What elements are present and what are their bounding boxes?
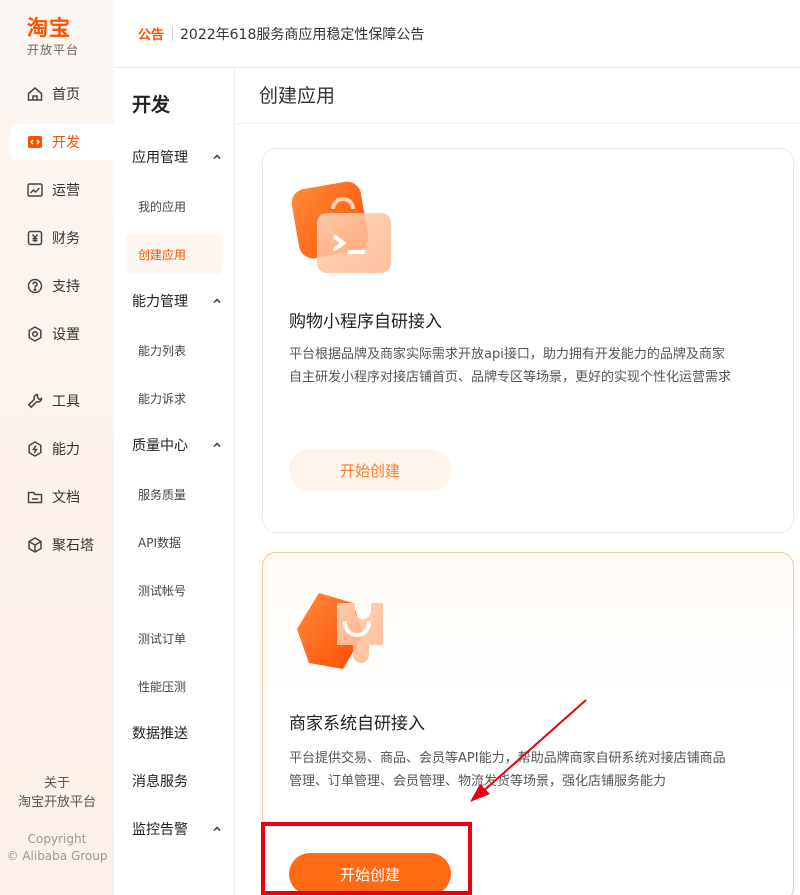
nav-item-settings[interactable]: 设置 [10,316,114,352]
nav-item-label: 支持 [52,279,80,295]
nav-item-label: 聚石塔 [52,538,94,554]
highlight-box-annotation [261,822,472,895]
menu-item-my-apps[interactable]: 我的应用 [126,186,222,226]
announcement-link[interactable]: 2022年618服务商应用稳定性保障公告 [180,24,424,44]
taobao-open-platform-logo[interactable]: 淘宝 开放平台 [27,16,79,58]
cube-icon [28,537,42,553]
menu-group-label: 监控告警 [132,822,188,838]
menu-item-label: 测试帐号 [138,583,187,598]
chart-icon [27,183,43,197]
chevron-up-icon [213,298,221,303]
menu-group-label: 数据推送 [132,726,188,742]
menu-item-api-data[interactable]: API数据 [126,522,222,562]
help-icon [27,278,43,294]
logo-brand: 淘宝 [27,16,71,40]
menu-item-test-order[interactable]: 测试订单 [126,618,222,658]
copyright: Copyright © Alibaba Group [0,831,114,865]
menu-item-test-account[interactable]: 测试帐号 [126,570,222,610]
menu-item-service-quality[interactable]: 服务质量 [126,474,222,514]
chevron-up-icon [213,442,221,447]
nav-item-home[interactable]: 首页 [10,76,114,112]
gear-icon [28,326,42,342]
nav-item-label: 运营 [52,183,80,199]
chevron-up-icon [213,826,221,831]
nav-item-label: 能力 [52,442,80,458]
divider [172,26,174,41]
nav-item-label: 工具 [52,394,80,410]
menu-item-load-test[interactable]: 性能压测 [126,666,222,706]
code-icon [28,136,42,148]
arrow-annotation-icon [470,699,587,802]
card-shopping-miniprogram[interactable]: 购物小程序自研接入 平台根据品牌及商家实际需求开放api接口，助力拥有开发能力的… [262,148,794,533]
folder-icon [27,491,43,504]
menu-item-capability-request[interactable]: 能力诉求 [126,378,222,418]
menu-item-label: 性能压测 [138,679,187,694]
start-create-button[interactable]: 开始创建 [289,449,451,491]
menu-item-label: 能力诉求 [138,391,187,406]
card-description-line: 平台根据品牌及商家实际需求开放api接口，助力拥有开发能力的品牌及商家 [289,347,725,362]
menu-group-label: 能力管理 [132,294,188,310]
card-title: 购物小程序自研接入 [289,312,442,332]
chevron-up-icon [213,154,221,159]
page-title: 创建应用 [235,68,800,124]
nav-item-docs[interactable]: 文档 [10,479,114,515]
nav-item-operations[interactable]: 运营 [10,172,114,208]
about-line1: 关于 [43,776,70,791]
menu-item-label: 我的应用 [138,199,187,214]
menu-group-quality-center[interactable]: 质量中心 [132,434,222,456]
card-title: 商家系统自研接入 [289,714,425,734]
nav-item-develop[interactable]: 开发 [10,124,114,160]
wrench-icon [27,393,43,409]
submenu-title: 开发 [132,94,171,116]
nav-item-label: 财务 [52,231,80,247]
announcement-bar: 公告 2022年618服务商应用稳定性保障公告 [114,0,800,68]
about-line2: 淘宝开放平台 [17,795,96,810]
menu-item-label: API数据 [138,535,181,550]
menu-group-label: 质量中心 [132,438,188,454]
nav-item-capability[interactable]: 能力 [10,431,114,467]
menu-group-capability-management[interactable]: 能力管理 [132,290,222,312]
menu-group-label: 消息服务 [132,774,188,790]
terminal-bag-icon [291,181,391,273]
menu-group-monitoring-alerts[interactable]: 监控告警 [132,818,222,840]
menu-item-label: 能力列表 [138,343,187,358]
nav-item-label: 首页 [52,87,80,103]
nav-item-label: 文档 [52,490,80,506]
about-link[interactable]: 关于 淘宝开放平台 [0,774,114,812]
puzzle-smile-icon [297,593,383,669]
announcement-tag: 公告 [138,28,165,43]
menu-item-capability-list[interactable]: 能力列表 [126,330,222,370]
nav-item-finance[interactable]: 财务 [10,220,114,256]
copyright-line2: © Alibaba Group [6,849,108,863]
menu-item-label: 服务质量 [138,487,187,502]
menu-group-data-push[interactable]: 数据推送 [132,722,222,744]
secondary-sidebar: 开发 应用管理 我的应用 创建应用 能力管理 能力列表 能力诉求 质量中心 服务… [114,68,235,895]
menu-group-label: 应用管理 [132,150,188,166]
primary-sidebar: 淘宝 开放平台 首页 开发 运营 财务 支持 设置 工具 能力 文档 聚石塔 关… [0,0,114,895]
nav-item-label: 开发 [52,135,80,151]
logo-subtitle: 开放平台 [27,43,80,57]
nav-item-tools[interactable]: 工具 [10,383,114,419]
capability-icon [28,441,42,457]
home-icon [27,87,43,101]
nav-item-jushita[interactable]: 聚石塔 [10,527,114,563]
card-description-line: 自主研发小程序对接店铺首页、品牌专区等场景，更好的实现个性化运营需求 [289,370,732,385]
menu-item-create-app[interactable]: 创建应用 [126,234,222,274]
copyright-line1: Copyright [27,832,87,846]
menu-item-label: 测试订单 [138,631,187,646]
nav-item-label: 设置 [52,327,80,343]
menu-item-label: 创建应用 [138,247,187,262]
yuan-icon [27,230,43,246]
card-description: 平台根据品牌及商家实际需求开放api接口，助力拥有开发能力的品牌及商家 自主研发… [289,343,777,389]
nav-item-support[interactable]: 支持 [10,268,114,304]
menu-group-app-management[interactable]: 应用管理 [132,146,222,168]
menu-group-message-service[interactable]: 消息服务 [132,770,222,792]
